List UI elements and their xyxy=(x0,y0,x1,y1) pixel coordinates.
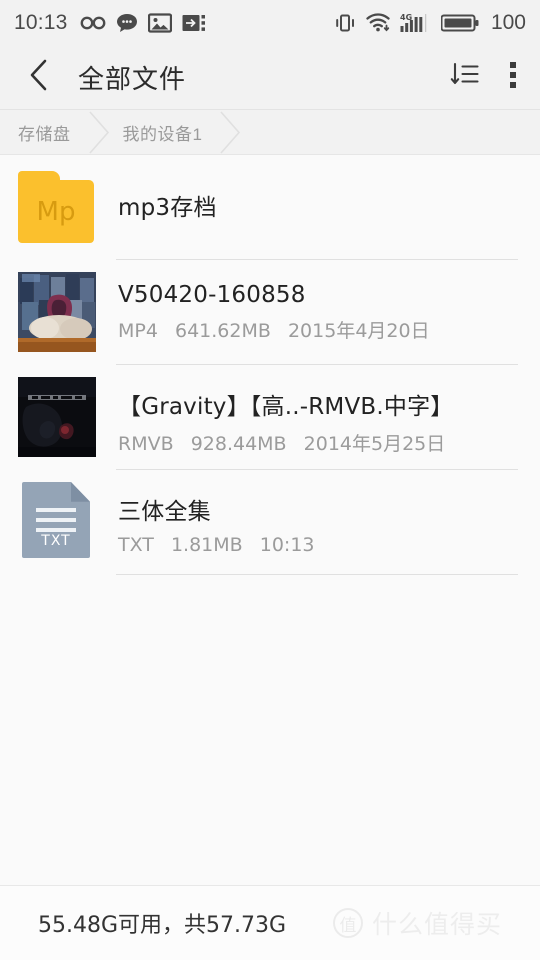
usb-transfer-icon xyxy=(182,13,206,33)
watermark-text: 什么值得买 xyxy=(371,910,502,939)
file-info: 【Gravity】【高..-RMVB.中字】 RMVB 928.44MB 201… xyxy=(118,365,540,456)
watermark-logo-icon: 值 xyxy=(332,908,363,938)
sort-button[interactable] xyxy=(450,60,480,95)
photo-icon xyxy=(147,12,172,33)
file-date: 2015年4月20日 xyxy=(287,320,430,342)
chevron-right-icon xyxy=(206,110,254,154)
video-thumbnail xyxy=(18,272,96,352)
file-icon: Mp xyxy=(18,167,96,247)
infinity-icon xyxy=(80,14,106,32)
video-thumbnail xyxy=(18,377,96,457)
watermark: 值 什么值得买 xyxy=(332,905,502,941)
status-left-icons xyxy=(80,12,206,33)
list-item[interactable]: V50420-160858 MP4 641.62MB 2015年4月20日 xyxy=(0,260,540,365)
file-info: mp3存档 xyxy=(118,155,540,222)
file-meta: MP4 641.62MB 2015年4月20日 xyxy=(118,316,540,343)
signal-4g-icon: 4G xyxy=(400,12,432,34)
file-name: 【Gravity】【高..-RMVB.中字】 xyxy=(118,394,454,420)
file-date: 2014年5月25日 xyxy=(303,433,446,455)
breadcrumb-item-storage[interactable]: 存储盘 xyxy=(18,110,75,154)
document-icon-label: TXT xyxy=(41,533,71,549)
file-type: TXT xyxy=(118,534,154,556)
folder-icon-label: Mp xyxy=(36,197,76,227)
breadcrumb-label: 存储盘 xyxy=(18,124,71,144)
file-list: Mp mp3存档 V50420-160858 MP4 641.62MB 2015… xyxy=(0,155,540,575)
file-name: 三体全集 xyxy=(118,499,211,525)
file-icon xyxy=(18,272,96,352)
back-button[interactable] xyxy=(22,58,56,97)
txt-document-icon: TXT xyxy=(22,482,90,558)
chevron-right-icon xyxy=(75,110,123,154)
list-item[interactable]: TXT 三体全集 TXT 1.81MB 10:13 xyxy=(0,470,540,575)
page-title: 全部文件 xyxy=(78,64,187,95)
file-meta: TXT 1.81MB 10:13 xyxy=(118,534,540,556)
app-bar: 全部文件 xyxy=(0,45,540,110)
list-item[interactable]: Mp mp3存档 xyxy=(0,155,540,260)
breadcrumb: 存储盘 我的设备1 xyxy=(0,110,540,155)
file-name: mp3存档 xyxy=(118,195,217,221)
file-size: 641.62MB xyxy=(175,320,271,342)
breadcrumb-item-device[interactable]: 我的设备1 xyxy=(123,110,207,154)
phone-screen: 10:13 4G 100 全部文件 存储盘 我的设备1 Mp mp3存档 V50… xyxy=(0,0,540,960)
more-vertical-button[interactable] xyxy=(508,59,518,96)
file-info: V50420-160858 MP4 641.62MB 2015年4月20日 xyxy=(118,260,540,343)
row-divider xyxy=(116,574,518,575)
battery-icon xyxy=(440,13,479,33)
wifi-download-icon xyxy=(365,12,391,33)
list-item[interactable]: 【Gravity】【高..-RMVB.中字】 RMVB 928.44MB 201… xyxy=(0,365,540,470)
folder-icon: Mp xyxy=(18,171,94,243)
breadcrumb-label: 我的设备1 xyxy=(122,124,203,144)
app-bar-actions xyxy=(450,59,518,96)
file-date: 10:13 xyxy=(259,534,315,556)
file-size: 928.44MB xyxy=(190,433,287,455)
battery-level-label: 100 xyxy=(490,10,526,34)
file-icon: TXT xyxy=(18,482,96,562)
chat-bubble-icon xyxy=(116,13,138,33)
file-info: 三体全集 TXT 1.81MB 10:13 xyxy=(118,470,540,556)
status-clock: 10:13 xyxy=(14,10,68,34)
storage-summary: 55.48G可用，共57.73G xyxy=(38,913,287,938)
file-type: RMVB xyxy=(118,433,174,455)
file-name: V50420-160858 xyxy=(118,282,306,308)
file-size: 1.81MB xyxy=(170,534,243,556)
storage-status-bar: 55.48G可用，共57.73G 值 什么值得买 xyxy=(0,885,540,960)
file-icon xyxy=(18,377,96,457)
file-type: MP4 xyxy=(118,320,158,342)
chevron-left-icon xyxy=(26,58,52,97)
vibrate-icon xyxy=(334,13,356,33)
status-bar: 10:13 4G 100 xyxy=(0,0,540,45)
status-right-icons: 4G 100 xyxy=(334,11,526,35)
file-meta: RMVB 928.44MB 2014年5月25日 xyxy=(118,429,540,456)
